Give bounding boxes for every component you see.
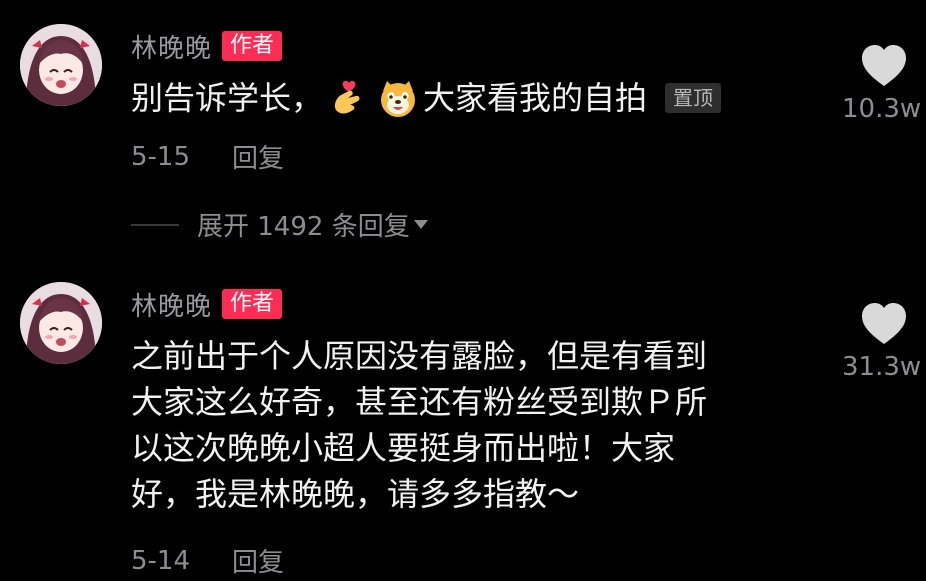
comment-text-part-2: 大家看我的自拍 <box>423 79 648 117</box>
comment-date: 5-15 <box>131 141 191 172</box>
comment-meta: 5-15 回复 <box>131 138 284 175</box>
avatar-anime-girl-icon <box>20 282 102 364</box>
like-count: 31.3w <box>842 352 922 382</box>
comment-text-part-1: 别告诉学长， <box>131 79 324 117</box>
finger-heart-icon <box>327 77 369 119</box>
comment-text-line: 以这次晚晚小超人要挺身而出啦！大家 <box>131 429 676 467</box>
divider <box>131 223 179 226</box>
comment-text-line: 大家这么好奇，甚至还有粉丝受到欺Ｐ所 <box>131 383 708 421</box>
user-avatar[interactable] <box>20 24 102 106</box>
comment-text-line: 之前出于个人原因没有露脸，但是有看到 <box>131 337 708 375</box>
username-row: 林晚晚 作者 <box>131 28 283 65</box>
comment-text-line: 好，我是林晚晚，请多多指教～ <box>131 475 580 513</box>
username[interactable]: 林晚晚 <box>131 28 212 65</box>
reply-button[interactable]: 回复 <box>232 138 284 175</box>
reply-button[interactable]: 回复 <box>232 542 284 579</box>
heart-icon[interactable] <box>860 44 908 88</box>
comment-date: 5-14 <box>131 545 191 576</box>
caret-down-icon <box>413 220 428 229</box>
user-avatar[interactable] <box>20 282 102 364</box>
pinned-badge: 置顶 <box>665 83 722 113</box>
author-badge: 作者 <box>222 31 283 61</box>
author-badge: 作者 <box>222 289 283 319</box>
expand-replies-label: 展开 1492 条回复 <box>197 212 410 242</box>
username-row: 林晚晚 作者 <box>131 286 283 323</box>
expand-replies-button[interactable]: 展开 1492 条回复 <box>131 206 428 243</box>
comment-meta: 5-14 回复 <box>131 542 284 579</box>
like-count: 10.3w <box>842 94 922 124</box>
comment-text: 之前出于个人原因没有露脸，但是有看到 大家这么好奇，甚至还有粉丝受到欺Ｐ所 以这… <box>131 333 707 517</box>
heart-icon[interactable] <box>860 302 908 346</box>
username[interactable]: 林晚晚 <box>131 286 212 323</box>
comment-text: 别告诉学长， 大家看我的自拍 置顶 <box>131 75 722 121</box>
grinning-dog-icon <box>377 77 419 119</box>
avatar-anime-girl-icon <box>20 24 102 106</box>
